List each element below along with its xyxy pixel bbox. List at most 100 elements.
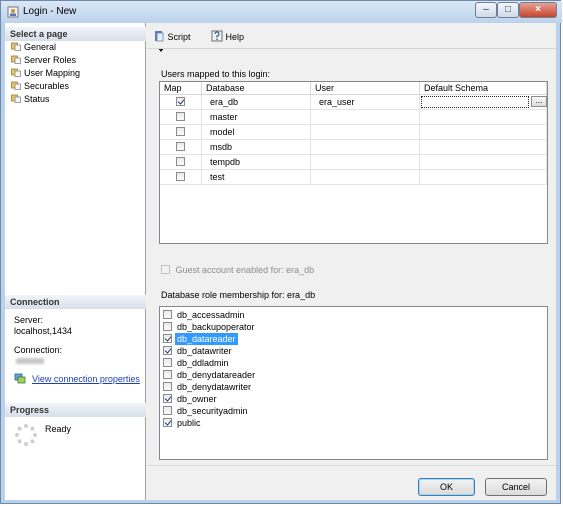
browse-schema-button[interactable]: ... — [531, 96, 547, 107]
table-row[interactable]: test — [160, 170, 547, 185]
guest-account-checkbox[interactable]: Guest account enabled for: era_db — [161, 265, 314, 275]
role-checkbox[interactable] — [163, 406, 172, 415]
role-membership-list[interactable]: db_accessadmin db_backupoperator db_datare… — [159, 306, 548, 460]
database-cell: test — [202, 170, 311, 185]
close-button[interactable]: × — [519, 2, 557, 18]
page-item-status[interactable]: Status — [11, 93, 50, 105]
role-checkbox[interactable] — [163, 310, 172, 319]
column-header-default-schema[interactable]: Default Schema — [420, 82, 547, 95]
server-label: Server: — [14, 315, 44, 325]
role-checkbox[interactable] — [163, 370, 172, 379]
table-row[interactable]: era_db era_user... — [160, 95, 547, 110]
user-cell[interactable] — [311, 170, 420, 185]
map-cell[interactable] — [160, 140, 202, 155]
role-label: db_datawriter — [177, 346, 232, 356]
role-checkbox[interactable] — [163, 322, 172, 331]
role-item-db-denydatawriter[interactable]: db_denydatawriter — [161, 381, 544, 393]
user-cell[interactable] — [311, 140, 420, 155]
role-checkbox[interactable] — [163, 346, 172, 355]
default-schema-cell[interactable] — [420, 170, 547, 185]
user-cell[interactable] — [311, 155, 420, 170]
connection-label: Connection: — [14, 345, 63, 355]
guest-checkbox-box[interactable] — [161, 265, 170, 274]
user-mapping-icon — [11, 68, 21, 77]
progress-status: Ready — [45, 424, 72, 434]
default-schema-cell[interactable] — [420, 125, 547, 140]
page-item-server-roles[interactable]: Server Roles — [11, 54, 76, 66]
role-item-db-ddladmin[interactable]: db_ddladmin — [161, 357, 544, 369]
page-item-label: Status — [24, 94, 50, 104]
map-checkbox[interactable] — [176, 97, 185, 106]
toolbar: Script Help — [147, 23, 556, 52]
role-label: db_ddladmin — [177, 358, 229, 368]
page-item-label: Securables — [24, 81, 70, 91]
role-item-db-datareader[interactable]: db_datareader — [161, 333, 544, 345]
column-header-map[interactable]: Map — [160, 82, 202, 95]
default-schema-cell[interactable] — [420, 110, 547, 125]
script-label: Script — [167, 32, 191, 42]
role-checkbox[interactable] — [163, 418, 172, 427]
role-item-db-denydatareader[interactable]: db_denydatareader — [161, 369, 544, 381]
table-row[interactable]: model — [160, 125, 547, 140]
user-cell[interactable]: era_user — [311, 95, 420, 110]
users-mapped-grid[interactable]: Map Database User Default Schema era_db e… — [159, 81, 548, 244]
script-button[interactable]: Script — [153, 30, 201, 52]
maximize-button[interactable]: □ — [497, 2, 519, 18]
role-item-db-securityadmin[interactable]: db_securityadmin — [161, 405, 544, 417]
server-roles-icon — [11, 55, 21, 64]
maximize-icon: □ — [504, 4, 512, 15]
table-row[interactable]: msdb — [160, 140, 547, 155]
user-cell[interactable] — [311, 125, 420, 140]
default-schema-cell[interactable] — [420, 140, 547, 155]
general-icon — [11, 42, 21, 51]
role-checkbox[interactable] — [163, 358, 172, 367]
connection-header: Connection — [5, 295, 146, 309]
default-schema-focus-box[interactable] — [421, 96, 529, 108]
dialog-button-bar: OK Cancel — [147, 465, 556, 500]
table-row[interactable]: tempdb — [160, 155, 547, 170]
role-label: db_backupoperator — [177, 322, 255, 332]
map-checkbox[interactable] — [176, 142, 185, 151]
user-cell[interactable] — [311, 110, 420, 125]
role-item-db-backupoperator[interactable]: db_backupoperator — [161, 321, 544, 333]
page-item-securables[interactable]: Securables — [11, 80, 69, 92]
map-cell[interactable] — [160, 155, 202, 170]
map-checkbox[interactable] — [176, 112, 185, 121]
column-header-user[interactable]: User — [311, 82, 420, 95]
role-item-db-accessadmin[interactable]: db_accessadmin — [161, 309, 544, 321]
role-checkbox[interactable] — [163, 334, 172, 343]
table-row[interactable]: master — [160, 110, 547, 125]
column-header-database[interactable]: Database — [202, 82, 311, 95]
minimize-button[interactable]: – — [475, 2, 497, 18]
role-item-db-datawriter[interactable]: db_datawriter — [161, 345, 544, 357]
role-item-public[interactable]: public — [161, 417, 544, 429]
map-cell[interactable] — [160, 110, 202, 125]
page-item-user-mapping[interactable]: User Mapping — [11, 67, 80, 79]
select-page-header: Select a page — [5, 27, 146, 41]
cancel-button[interactable]: Cancel — [485, 478, 547, 496]
securables-icon — [11, 81, 21, 90]
role-item-db-owner[interactable]: db_owner — [161, 393, 544, 405]
default-schema-cell[interactable] — [420, 155, 547, 170]
server-value: localhost,1434 — [14, 326, 73, 336]
connection-value-redacted — [16, 358, 44, 364]
default-schema-cell[interactable] — [420, 95, 547, 110]
map-cell[interactable] — [160, 125, 202, 140]
view-connection-icon — [14, 373, 26, 384]
page-item-general[interactable]: General — [11, 41, 56, 53]
role-label: db_denydatawriter — [177, 382, 252, 392]
map-cell[interactable] — [160, 95, 202, 110]
login-new-window: Login - New – □ × Select a page General S… — [0, 0, 562, 504]
view-connection-properties-link[interactable]: View connection properties — [32, 374, 140, 385]
role-checkbox[interactable] — [163, 394, 172, 403]
title-bar[interactable]: Login - New – □ × — [1, 1, 562, 23]
map-cell[interactable] — [160, 170, 202, 185]
map-checkbox[interactable] — [176, 157, 185, 166]
help-button[interactable]: Help — [211, 30, 251, 43]
map-checkbox[interactable] — [176, 127, 185, 136]
role-checkbox[interactable] — [163, 382, 172, 391]
map-checkbox[interactable] — [176, 172, 185, 181]
guest-account-label: Guest account enabled for: era_db — [175, 265, 315, 275]
help-label: Help — [225, 32, 245, 42]
ok-button[interactable]: OK — [418, 478, 475, 496]
